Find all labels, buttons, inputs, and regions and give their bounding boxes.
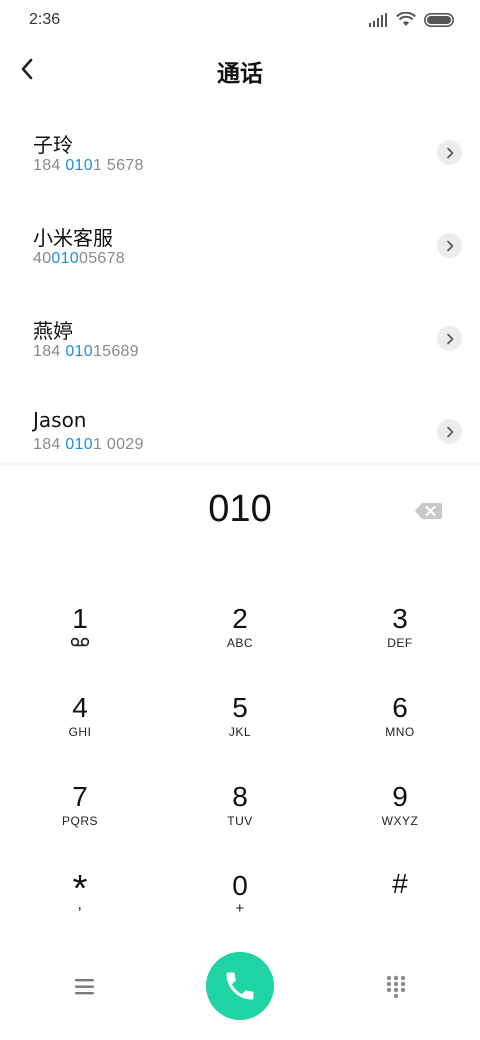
key-8[interactable]: 8 TUV: [160, 753, 320, 842]
chevron-right-icon: [446, 426, 453, 437]
contact-number: 184 0101 5678: [33, 157, 144, 174]
wifi-icon: [396, 12, 416, 26]
number-match: 010: [65, 436, 93, 453]
key-5[interactable]: 5 JKL: [160, 664, 320, 753]
contact-name: 子玲: [33, 133, 73, 157]
contact-number: 4001005678: [33, 250, 126, 267]
contact-row[interactable]: 子玲 184 0101 5678: [0, 103, 480, 196]
contact-detail-button[interactable]: [437, 140, 462, 165]
number-match: 010: [51, 250, 80, 267]
key-6[interactable]: 6 MNO: [320, 664, 480, 753]
call-button[interactable]: [206, 952, 274, 1020]
contact-results-list: 子玲 184 0101 5678 小米客服 4001005678 燕婷 184 …: [0, 103, 480, 463]
key-7[interactable]: 7 PQRS: [0, 753, 160, 842]
contact-name: 燕婷: [33, 319, 73, 343]
status-bar: 2:36: [0, 0, 480, 40]
key-9[interactable]: 9 WXYZ: [320, 753, 480, 842]
contact-detail-button[interactable]: [437, 419, 462, 444]
key-0[interactable]: 0 +: [160, 842, 320, 931]
chevron-right-icon: [446, 333, 453, 344]
key-2[interactable]: 2 ABC: [160, 575, 320, 664]
key-hash[interactable]: #: [320, 842, 480, 931]
dialpad-icon: [386, 975, 406, 999]
phone-icon: [226, 972, 254, 1000]
number-match: 010: [65, 157, 93, 174]
dialpad-toggle-button[interactable]: [384, 974, 408, 1000]
contact-row[interactable]: 小米客服 4001005678: [0, 196, 480, 289]
contact-row[interactable]: 燕婷 184 01015689: [0, 289, 480, 382]
contact-number: 184 01015689: [33, 343, 139, 360]
backspace-button[interactable]: [413, 500, 443, 522]
chevron-right-icon: [446, 240, 453, 251]
contact-row[interactable]: Jason 184 0101 0029: [0, 382, 480, 475]
contact-detail-button[interactable]: [437, 233, 462, 258]
voicemail-icon: [70, 637, 90, 647]
number-match: 010: [65, 343, 93, 360]
battery-icon: [424, 12, 454, 27]
contact-detail-button[interactable]: [437, 326, 462, 351]
dialed-number: 010: [208, 488, 272, 530]
key-star[interactable]: * ,: [0, 842, 160, 931]
signal-icon: [369, 12, 387, 27]
key-3[interactable]: 3 DEF: [320, 575, 480, 664]
chevron-right-icon: [446, 147, 453, 158]
menu-icon: [75, 979, 94, 995]
header: 通话: [0, 40, 480, 102]
bottom-bar: [0, 950, 480, 1030]
contact-number: 184 0101 0029: [33, 436, 144, 453]
contact-name: Jason: [33, 408, 87, 432]
divider: [0, 463, 480, 465]
contact-name: 小米客服: [33, 226, 113, 250]
key-4[interactable]: 4 GHI: [0, 664, 160, 753]
status-icons: [368, 12, 454, 27]
backspace-icon: [415, 503, 442, 519]
key-1[interactable]: 1: [0, 575, 160, 664]
page-title: 通话: [217, 61, 263, 87]
status-time: 2:36: [29, 11, 61, 28]
menu-button[interactable]: [70, 975, 100, 999]
